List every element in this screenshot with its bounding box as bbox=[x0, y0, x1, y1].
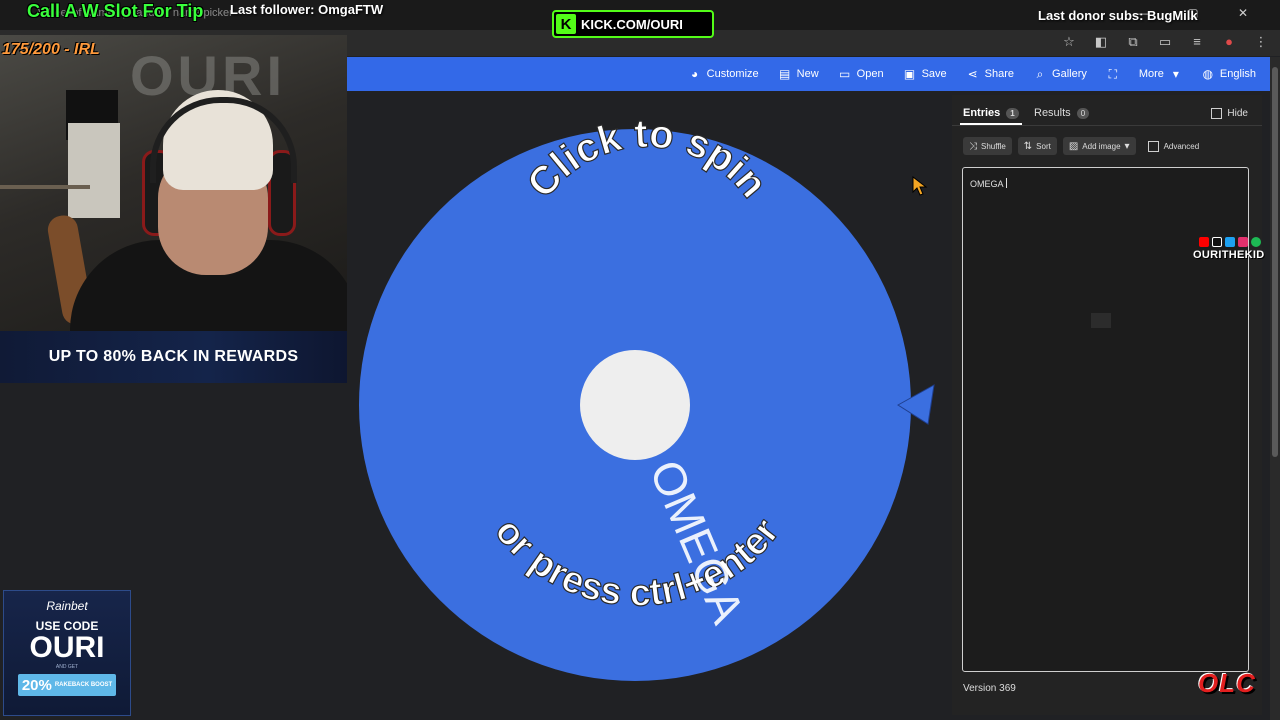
shuffle-button[interactable]: ⤨ Shuffle bbox=[963, 137, 1012, 155]
entry-actions: ⤨ Shuffle ⇅ Sort ▨ Add image ▾ Advanced bbox=[963, 137, 1199, 155]
more-button[interactable]: More ▾ bbox=[1129, 57, 1192, 91]
panel-tabs: Entries 1 Results 0 Hide bbox=[952, 95, 1262, 126]
file-icon: ▤ bbox=[778, 67, 791, 81]
save-button[interactable]: ▣ Save bbox=[894, 57, 957, 91]
advanced-checkbox[interactable] bbox=[1147, 140, 1159, 152]
text-caret bbox=[1005, 178, 1007, 188]
hide-checkbox[interactable] bbox=[1211, 108, 1223, 119]
kick-channel-badge: K KICK.COM/OURI bbox=[552, 10, 714, 38]
tiktok-icon bbox=[1212, 237, 1222, 247]
mouse-cursor-icon bbox=[912, 176, 928, 196]
last-follower-overlay: Last follower: OmgaFTW bbox=[230, 2, 384, 17]
scrollbar-thumb[interactable] bbox=[1272, 67, 1278, 457]
sponsor-brand: Rainbet bbox=[46, 599, 88, 613]
stream-title-overlay: Call A W Slot For Tip bbox=[27, 1, 204, 21]
search-icon: ⌕ bbox=[1036, 66, 1044, 81]
wheel-center[interactable] bbox=[580, 350, 690, 460]
placeholder-block bbox=[1091, 313, 1111, 328]
gallery-button[interactable]: ⌕ Gallery bbox=[1024, 57, 1097, 91]
webcam-feed: OURI bbox=[0, 35, 347, 331]
entries-count-badge: 1 bbox=[1006, 107, 1019, 119]
youtube-icon bbox=[1199, 237, 1209, 247]
menu-icon[interactable]: ⋮ bbox=[1252, 34, 1270, 50]
sponsor-code: OURI bbox=[29, 631, 105, 664]
goal-counter-overlay: 175/200 - IRL bbox=[2, 41, 100, 58]
add-image-button[interactable]: ▨ Add image ▾ bbox=[1062, 137, 1136, 155]
sponsor-card: Rainbet USE CODE OURI AND GET 20% RAKEBA… bbox=[3, 590, 131, 716]
rewards-banner: UP TO 80% BACK IN REWARDS bbox=[0, 331, 347, 383]
hide-toggle[interactable]: Hide bbox=[1211, 108, 1248, 119]
sidebar-icon[interactable]: ▭ bbox=[1156, 34, 1174, 50]
shelf bbox=[0, 185, 90, 189]
stream-frame: Wheel of Names | Random name picker — ▢ … bbox=[0, 0, 1280, 720]
sponsor-subtext: AND GET bbox=[55, 664, 79, 670]
language-button[interactable]: ◍ English bbox=[1192, 57, 1270, 91]
corner-logo: OLC bbox=[1198, 668, 1256, 698]
entries-panel: Entries 1 Results 0 Hide ⤨ Shuffle ⇅ Sort … bbox=[952, 95, 1262, 715]
entry-line: OMEGA bbox=[970, 179, 1004, 189]
save-icon: ▣ bbox=[903, 67, 916, 81]
headset-band bbox=[150, 97, 297, 183]
chevron-down-icon: ▾ bbox=[1124, 140, 1130, 152]
social-handle: OURITHEKID bbox=[1193, 249, 1265, 261]
image-icon: ▨ bbox=[1068, 140, 1079, 152]
chevron-down-icon: ▾ bbox=[1172, 67, 1179, 81]
customize-button[interactable]: ◕ Customize bbox=[679, 57, 769, 91]
shuffle-icon: ⤨ bbox=[969, 140, 977, 152]
share-icon: ⋖ bbox=[967, 67, 978, 81]
app-toolbar: ◕ Customize ▤ New ▭ Open ▣ Save ⋖ Share ⌕ Gall… bbox=[347, 57, 1270, 91]
palette-icon: ◕ bbox=[691, 67, 699, 81]
wheel-area: Click to spin or press ctrl+enter OMEGA bbox=[347, 91, 950, 720]
fullscreen-button[interactable]: ⛶ bbox=[1097, 57, 1129, 91]
advanced-toggle[interactable]: Advanced bbox=[1147, 140, 1199, 152]
active-tab-indicator bbox=[960, 123, 1022, 125]
spotify-icon bbox=[1251, 237, 1261, 247]
last-donor-overlay: Last donor subs: BugMilk bbox=[1038, 8, 1198, 23]
globe-icon: ◍ bbox=[1202, 67, 1214, 81]
profile-icon[interactable]: ● bbox=[1220, 34, 1238, 50]
kick-logo-icon: K bbox=[556, 14, 576, 34]
tab-results[interactable]: Results 0 bbox=[1034, 107, 1090, 119]
extension-icon[interactable]: ◧ bbox=[1092, 34, 1110, 50]
sort-button[interactable]: ⇅ Sort bbox=[1017, 137, 1057, 155]
media-icon[interactable]: ≡ bbox=[1188, 34, 1206, 50]
tab-entries[interactable]: Entries 1 bbox=[963, 107, 1019, 119]
puzzle-icon[interactable]: ⧉ bbox=[1124, 34, 1142, 50]
open-button[interactable]: ▭ Open bbox=[829, 57, 894, 91]
rakeback-boost-badge: 20% RAKEBACK BOOST bbox=[18, 674, 116, 696]
instagram-icon bbox=[1238, 237, 1248, 247]
sort-icon: ⇅ bbox=[1023, 140, 1033, 152]
share-button[interactable]: ⋖ Share bbox=[957, 57, 1024, 91]
wall-poster bbox=[68, 123, 120, 218]
new-button[interactable]: ▤ New bbox=[769, 57, 829, 91]
kick-url: KICK.COM/OURI bbox=[581, 16, 683, 32]
social-handles-overlay: OURITHEKID bbox=[1193, 237, 1273, 261]
wheel-graphic[interactable]: Click to spin or press ctrl+enter OMEGA bbox=[347, 91, 950, 720]
star-icon[interactable]: ☆ bbox=[1060, 34, 1078, 50]
version-label: Version 369 bbox=[963, 683, 1016, 694]
fullscreen-icon: ⛶ bbox=[1108, 66, 1118, 81]
page-scrollbar[interactable] bbox=[1270, 57, 1280, 720]
folder-icon: ▭ bbox=[838, 67, 851, 81]
twitter-icon bbox=[1225, 237, 1235, 247]
results-count-badge: 0 bbox=[1076, 107, 1090, 119]
